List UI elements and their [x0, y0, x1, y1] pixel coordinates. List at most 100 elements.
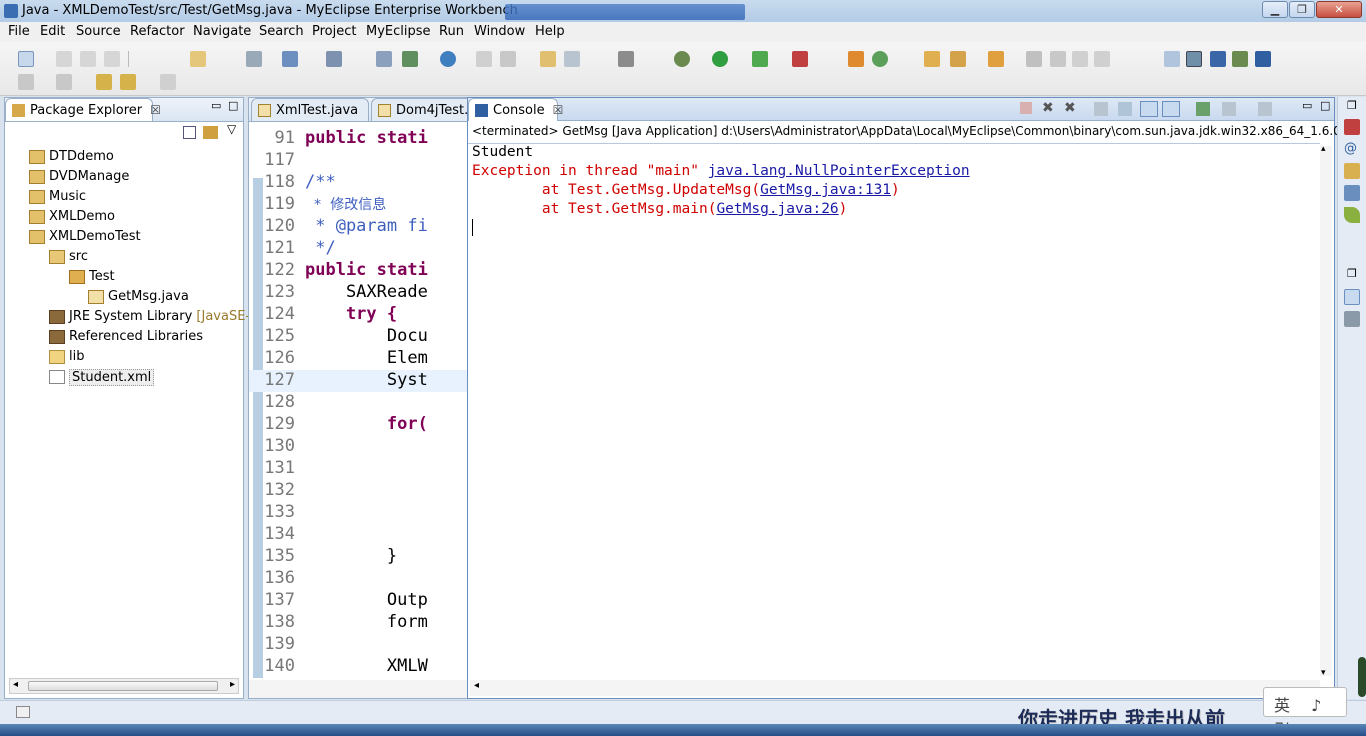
new-web-project-icon[interactable] [190, 51, 206, 67]
code-line[interactable]: 140 XMLW [249, 656, 467, 678]
exception-link[interactable]: java.lang.NullPointerException [708, 163, 970, 179]
show-whitespace-icon[interactable] [1094, 51, 1110, 67]
code-line[interactable]: 91 public stati [249, 128, 467, 150]
scroll-thumb[interactable] [28, 681, 218, 691]
code-line[interactable]: 131 [249, 458, 467, 480]
debug-perspective-icon[interactable] [1232, 51, 1248, 67]
code-line[interactable]: 139 [249, 634, 467, 656]
prev-annotation-icon[interactable] [56, 74, 72, 90]
minimize-view-icon[interactable]: ▭ [211, 99, 221, 112]
close-tab-icon[interactable]: ☒ [553, 103, 564, 117]
close-tab-icon[interactable]: ☒ [150, 103, 161, 117]
code-line[interactable]: 124 try { [249, 304, 467, 326]
open-perspective-icon[interactable] [1164, 51, 1180, 67]
menu-navigate[interactable]: Navigate [193, 24, 251, 39]
package-explorer-hscroll[interactable]: ◂ ▸ [9, 678, 239, 694]
next-annotation-icon[interactable] [18, 74, 34, 90]
save-icon[interactable] [56, 51, 72, 67]
maximize-view-icon[interactable]: □ [1320, 99, 1330, 112]
menu-source[interactable]: Source [76, 24, 121, 39]
new-icon[interactable] [18, 51, 34, 67]
debug-icon[interactable] [674, 51, 690, 67]
menu-run[interactable]: Run [439, 24, 464, 39]
code-line[interactable]: 122 public stati [249, 260, 467, 282]
restore-icon[interactable]: ❐ [1347, 267, 1357, 280]
stacktrace-link[interactable]: GetMsg.java:131 [760, 182, 891, 198]
new-java-project-icon[interactable] [848, 51, 864, 67]
print-icon[interactable] [104, 51, 120, 67]
console-hscroll[interactable]: ◂ [470, 680, 1320, 696]
declaration-icon[interactable] [1344, 163, 1360, 179]
problems-icon[interactable] [1344, 119, 1360, 135]
maximize-button[interactable]: ❐ [1289, 1, 1315, 18]
tab-console[interactable]: Console ☒ [468, 98, 563, 121]
show-on-stderr-icon[interactable] [1162, 101, 1180, 117]
menu-file[interactable]: File [8, 24, 30, 39]
scroll-lock-icon[interactable] [1118, 102, 1132, 116]
open-console-icon[interactable] [1258, 102, 1272, 116]
pin-console-icon[interactable] [1196, 102, 1210, 116]
code-line[interactable]: 132 [249, 480, 467, 502]
paint-icon[interactable] [988, 51, 1004, 67]
database-perspective-icon[interactable] [1255, 51, 1271, 67]
editor-hscroll[interactable] [249, 680, 467, 698]
new-class-icon[interactable] [872, 51, 888, 67]
code-line[interactable]: 133 [249, 502, 467, 524]
code-line-current[interactable]: 127 Syst [249, 370, 467, 392]
maximize-view-icon[interactable]: □ [228, 99, 238, 112]
tab-package-explorer[interactable]: Package Explorer ☒ [5, 98, 161, 121]
code-line[interactable]: 119 * 修改信息 [249, 194, 467, 216]
code-line[interactable]: 135 } [249, 546, 467, 568]
tab-xmltest-java[interactable]: XmlTest.java [251, 98, 369, 121]
stacktrace-link[interactable]: GetMsg.java:26 [716, 201, 838, 217]
code-line[interactable]: 123 SAXReade [249, 282, 467, 304]
code-line[interactable]: 126 Elem [249, 348, 467, 370]
servers-icon[interactable] [1344, 311, 1360, 327]
myeclipse-perspective-icon[interactable] [1210, 51, 1226, 67]
scroll-down-icon[interactable]: ▾ [1321, 668, 1326, 678]
remove-launch-icon[interactable]: ✖ [1042, 100, 1054, 116]
annotation-icon[interactable] [1026, 51, 1042, 67]
external-tools-icon[interactable] [792, 51, 808, 67]
minimize-view-icon[interactable]: ▭ [1302, 99, 1312, 112]
last-edit-icon[interactable] [96, 74, 112, 90]
javadoc-icon[interactable]: @ [1344, 141, 1360, 157]
code-line[interactable]: 137 Outp [249, 590, 467, 612]
remove-all-launches-icon[interactable]: ✖ [1064, 100, 1076, 116]
close-button[interactable]: ✕ [1316, 1, 1362, 18]
open-task-icon[interactable] [540, 51, 556, 67]
code-line[interactable]: 128 [249, 392, 467, 414]
open-type-icon[interactable] [376, 51, 392, 67]
pen-icon[interactable] [950, 51, 966, 67]
console-trim-icon[interactable] [1344, 289, 1360, 305]
forward-icon[interactable] [160, 74, 176, 90]
code-line[interactable]: 138 form [249, 612, 467, 634]
highlight-icon[interactable] [1050, 51, 1066, 67]
code-line[interactable]: 134 [249, 524, 467, 546]
code-line[interactable]: 136 [249, 568, 467, 590]
code-line[interactable]: 118/** [249, 172, 467, 194]
open-folder-icon[interactable] [924, 51, 940, 67]
menu-search[interactable]: Search [259, 24, 304, 39]
java-perspective-icon[interactable] [1186, 51, 1202, 67]
view-menu-icon[interactable]: ▽ [227, 122, 236, 136]
run-config-icon[interactable] [564, 51, 580, 67]
terminate-icon[interactable] [1020, 102, 1032, 114]
restore-icon[interactable]: ❐ [1347, 99, 1357, 112]
code-line[interactable]: 130 [249, 436, 467, 458]
code-line[interactable]: 129 for( [249, 414, 467, 436]
scroll-left-icon[interactable]: ◂ [13, 679, 18, 690]
scroll-up-icon[interactable]: ▴ [1321, 144, 1326, 154]
display-console-icon[interactable] [1222, 102, 1236, 116]
clear-console-icon[interactable] [1094, 102, 1108, 116]
menu-myeclipse[interactable]: MyEclipse [366, 24, 431, 39]
coverage-icon[interactable] [752, 51, 768, 67]
menu-edit[interactable]: Edit [40, 24, 65, 39]
link-with-editor-icon[interactable] [203, 126, 218, 139]
console-vscroll[interactable]: ▴ ▾ [1320, 144, 1332, 678]
web-browser-icon[interactable] [440, 51, 456, 67]
server-icon[interactable] [326, 51, 342, 67]
code-line[interactable]: 121 */ [249, 238, 467, 260]
minimize-button[interactable]: ▁ [1262, 1, 1288, 18]
code-line[interactable]: 117 [249, 150, 467, 172]
